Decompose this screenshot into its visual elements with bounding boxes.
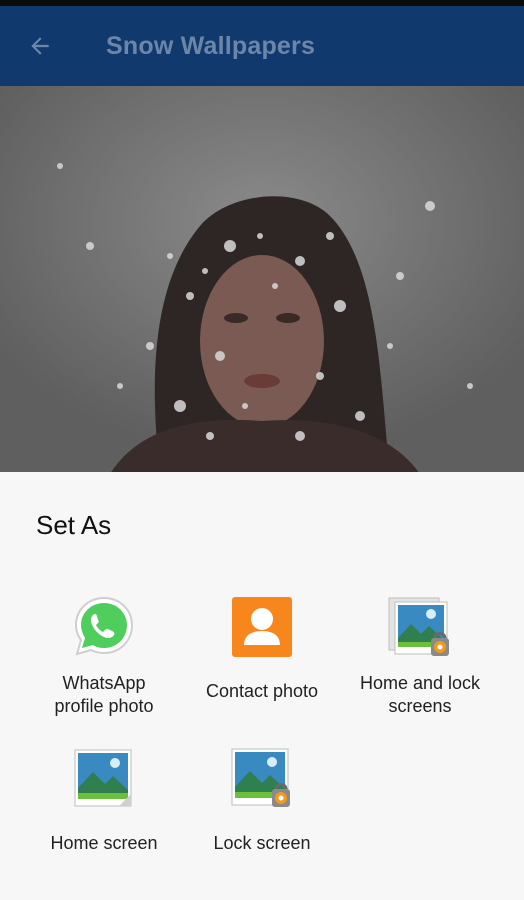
option-label: Home and lock screens xyxy=(359,673,481,716)
home-lock-screens-icon xyxy=(388,597,449,656)
option-contact-photo[interactable]: Contact photo xyxy=(182,592,342,703)
sheet-title: Set As xyxy=(36,510,112,540)
app-title: Snow Wallpapers xyxy=(106,31,316,60)
app-bar: Snow Wallpapers xyxy=(0,6,524,86)
option-label: WhatsApp profile photo xyxy=(54,673,154,716)
option-label: Home screen xyxy=(50,833,158,853)
option-home-lock-screens[interactable]: Home and lock screens xyxy=(340,592,500,718)
contact-photo-icon xyxy=(232,597,292,657)
back-button[interactable] xyxy=(0,6,80,86)
option-label: Contact photo xyxy=(205,681,319,701)
arrow-back-icon xyxy=(31,37,49,55)
set-as-sheet: Set As WhatsApp profile photo Contact ph… xyxy=(0,472,524,900)
lock-screen-icon xyxy=(231,748,290,807)
option-label: Lock screen xyxy=(213,833,311,853)
wallpaper-preview xyxy=(0,86,524,474)
whatsapp-icon xyxy=(74,596,134,656)
option-lock-screen[interactable]: Lock screen xyxy=(182,744,342,855)
home-screen-icon xyxy=(74,749,132,807)
option-home-screen[interactable]: Home screen xyxy=(24,744,184,855)
option-whatsapp[interactable]: WhatsApp profile photo xyxy=(24,592,184,718)
